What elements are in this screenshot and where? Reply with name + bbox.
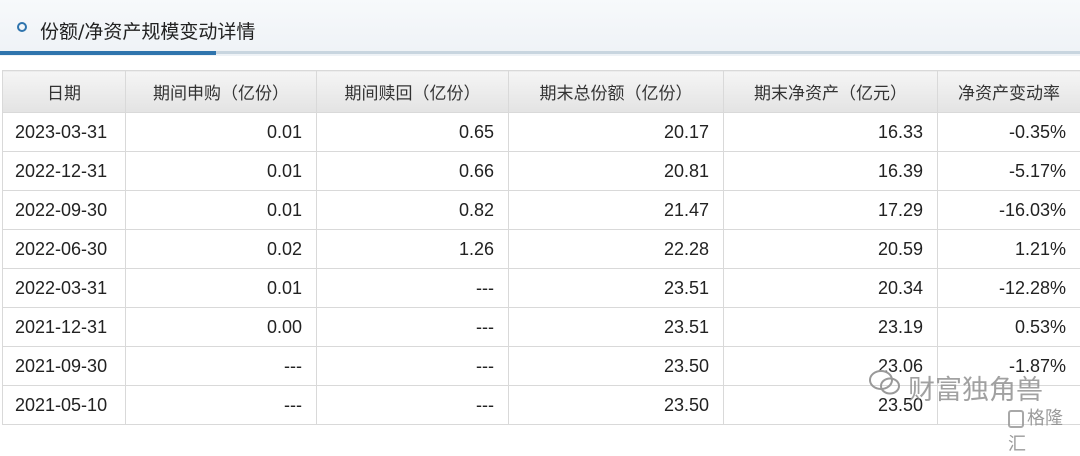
table-cell: 20.59 (724, 230, 938, 269)
table-row: 2022-03-310.01---23.5120.34-12.28% (3, 269, 1080, 308)
table-row: 2022-06-300.021.2622.2820.591.21% (3, 230, 1080, 269)
table-row: 2021-12-310.00---23.5123.190.53% (3, 308, 1080, 347)
table-cell: 2022-09-30 (3, 191, 126, 230)
table-header-row: 日期 期间申购（亿份） 期间赎回（亿份） 期末总份额（亿份） 期末净资产（亿元）… (3, 71, 1080, 113)
table-cell: 2023-03-31 (3, 113, 126, 152)
table-cell: --- (126, 386, 317, 425)
watermark-text: 财富独角兽 (908, 368, 1043, 407)
table-cell: 2022-12-31 (3, 152, 126, 191)
table-cell: 2021-12-31 (3, 308, 126, 347)
section-title: 份额/净资产规模变动详情 (40, 17, 255, 44)
col-header-change-rate: 净资产变动率 (938, 71, 1080, 113)
table-cell: 1.21% (938, 230, 1080, 269)
table-cell: 21.47 (509, 191, 724, 230)
table-cell: -16.03% (938, 191, 1080, 230)
table-cell: -12.28% (938, 269, 1080, 308)
table-cell: 17.29 (724, 191, 938, 230)
table-cell: 2022-06-30 (3, 230, 126, 269)
table-cell: 16.33 (724, 113, 938, 152)
col-header-date: 日期 (3, 71, 126, 113)
table-cell: --- (317, 386, 509, 425)
table-cell: 20.81 (509, 152, 724, 191)
table-cell: 0.65 (317, 113, 509, 152)
table-row: 2022-12-310.010.6620.8116.39-5.17% (3, 152, 1080, 191)
table-cell: 2021-05-10 (3, 386, 126, 425)
table-row: 2022-09-300.010.8221.4717.29-16.03% (3, 191, 1080, 230)
table-cell: 0.66 (317, 152, 509, 191)
table-cell: 23.50 (724, 386, 938, 425)
watermark-logo: 格隆汇 (1008, 404, 1080, 456)
table-cell: --- (317, 308, 509, 347)
section-header: 份额/净资产规模变动详情 (0, 0, 1080, 56)
table-cell: 20.17 (509, 113, 724, 152)
table-cell: 0.82 (317, 191, 509, 230)
circle-bullet-icon (17, 22, 27, 32)
table-cell: --- (317, 269, 509, 308)
logo-mark-icon (1008, 410, 1024, 428)
table-cell: 0.53% (938, 308, 1080, 347)
table-cell: -0.35% (938, 113, 1080, 152)
table-cell: -5.17% (938, 152, 1080, 191)
table-cell: --- (126, 347, 317, 386)
col-header-redemption: 期间赎回（亿份） (317, 71, 509, 113)
table-cell: 0.02 (126, 230, 317, 269)
table-cell: --- (317, 347, 509, 386)
table-cell: 0.01 (126, 152, 317, 191)
col-header-total-shares: 期末总份额（亿份） (509, 71, 724, 113)
table-cell: 2022-03-31 (3, 269, 126, 308)
table-cell: 20.34 (724, 269, 938, 308)
table-cell: 22.28 (509, 230, 724, 269)
table-cell: 2021-09-30 (3, 347, 126, 386)
col-header-subscription: 期间申购（亿份） (126, 71, 317, 113)
table-cell: 23.51 (509, 308, 724, 347)
table-cell: 0.00 (126, 308, 317, 347)
table-cell: 0.01 (126, 269, 317, 308)
col-header-net-assets: 期末净资产（亿元） (724, 71, 938, 113)
table-cell: 23.19 (724, 308, 938, 347)
table-cell: 1.26 (317, 230, 509, 269)
table-cell: 0.01 (126, 191, 317, 230)
table-cell: 23.50 (509, 347, 724, 386)
table-cell: 23.06 (724, 347, 938, 386)
table-row: 2023-03-310.010.6520.1716.33-0.35% (3, 113, 1080, 152)
wechat-logo-icon (868, 368, 902, 398)
table-cell: 23.51 (509, 269, 724, 308)
table-cell: 16.39 (724, 152, 938, 191)
header-accent-bar (0, 51, 216, 55)
table-cell: 23.50 (509, 386, 724, 425)
table-cell: 0.01 (126, 113, 317, 152)
